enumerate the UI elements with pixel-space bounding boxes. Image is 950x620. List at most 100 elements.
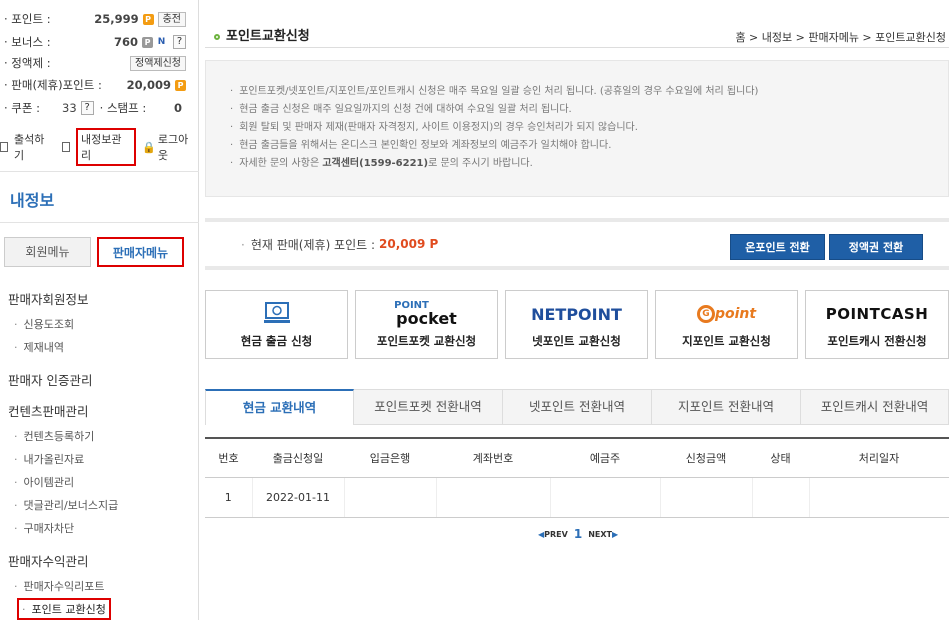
customer-center-text: 고객센터(1599-6221) [322, 158, 429, 169]
account-links: 출석하기 내정보관리 🔒 로그아웃 [0, 128, 198, 166]
menu-seller-auth[interactable]: 판매자 인증관리 [8, 370, 92, 389]
gpoint-card[interactable]: G point 지포인트 교환신청 [655, 290, 798, 359]
col-header: 출금신청일 [252, 437, 344, 478]
notice-text: 로 문의 주시기 바랍니다. [428, 158, 533, 169]
bonus-row: · 보너스 : 760 P N ? [4, 32, 186, 52]
menu-content-sales[interactable]: 컨텐츠판매관리 [8, 401, 89, 420]
prev-link[interactable]: ◀PREV [538, 530, 568, 539]
menu-block-buyers[interactable]: 구매자차단 [14, 520, 75, 536]
myinfo-link[interactable]: 내정보관리 [76, 128, 137, 166]
menu-point-exchange[interactable]: 포인트 교환신청 [17, 598, 111, 620]
point-value: 25,999 [94, 12, 139, 26]
tab-pointcash-history[interactable]: 포인트캐시 전환내역 [801, 389, 949, 425]
lock-icon: 🔒 [142, 140, 156, 154]
voucher-row: · 정액제 : 정액제신청 [4, 53, 186, 73]
breadcrumb[interactable]: 홈 > 내정보 > 판매자메뉴 > 포인트교환신청 [735, 29, 946, 45]
sidebar: · 포인트 : 25,999 P 충전 · 보너스 : 760 P N ? · … [0, 0, 199, 620]
next-link[interactable]: NEXT▶ [588, 530, 618, 539]
tab-pointpocket-history[interactable]: 포인트포켓 전환내역 [354, 389, 503, 425]
notice-item: 현금 출금들을 위해서는 온디스크 본인확인 정보와 계좌정보의 예금주가 일치… [230, 137, 948, 155]
current-point-label: 현재 판매(제휴) 포인트 : [241, 236, 375, 253]
table-cell [549, 477, 660, 518]
table-cell [751, 477, 809, 518]
seller-point-row: · 판매(제휴)포인트 : 20,009 P [4, 75, 186, 95]
bonus-label: · 보너스 : [4, 35, 51, 49]
menu-sanctions[interactable]: 제재내역 [14, 339, 64, 355]
menu-seller-info[interactable]: 판매자회원정보 [8, 289, 89, 308]
history-tabs: 현금 교환내역 포인트포켓 전환내역 넷포인트 전환내역 지포인트 전환내역 포… [205, 389, 949, 425]
monitor-coin-icon [206, 299, 347, 329]
menu-my-uploads[interactable]: 내가올린자료 [14, 451, 85, 467]
coupon-label: · 쿠폰 : [4, 101, 41, 115]
point-row: · 포인트 : 25,999 P 충전 [4, 9, 186, 29]
voucher-apply-button[interactable]: 정액제신청 [130, 55, 186, 71]
notice-box: 포인트포켓/넷포인트/지포인트/포인트캐시 신청은 매주 목요일 일괄 승인 처… [205, 60, 949, 197]
cash-withdraw-card[interactable]: 현금 출금 신청 [205, 290, 348, 359]
table-header-row: 번호 출금신청일 입금은행 계좌번호 예금주 신청금액 상태 처리일자 [205, 437, 949, 478]
notice-text: 자세한 문의 사항은 [239, 158, 323, 169]
menu-seller-revenue[interactable]: 판매자수익관리 [8, 551, 89, 570]
page-title-text: 포인트교환신청 [226, 29, 310, 44]
notice-item: 포인트포켓/넷포인트/지포인트/포인트캐시 신청은 매주 목요일 일괄 승인 처… [230, 83, 948, 101]
history-table: 번호 출금신청일 입금은행 계좌번호 예금주 신청금액 상태 처리일자 1 20… [205, 437, 949, 518]
gpoint-logo-text: point [714, 306, 757, 322]
seller-p-icon: P [175, 79, 186, 91]
divider [0, 222, 199, 223]
logout-link[interactable]: 로그아웃 [158, 131, 198, 163]
netpoint-logo-text: NETPOINT [531, 304, 622, 324]
menu-comments-bonus[interactable]: 댓글관리/보너스지급 [14, 497, 119, 513]
next-label: NEXT [588, 529, 612, 539]
col-header: 계좌번호 [436, 437, 550, 478]
netpoint-logo: NETPOINT [506, 299, 647, 329]
gpoint-logo: G point [656, 299, 797, 329]
table-cell: 1 [205, 477, 252, 518]
notice-item: 현금 출금 신청은 매주 일요일까지의 신청 건에 대하여 수요일 일괄 처리 … [230, 101, 948, 119]
pagination: ◀PREV 1 NEXT▶ [538, 527, 618, 541]
myinfo-icon [62, 142, 71, 152]
attend-link[interactable]: 출석하기 [14, 131, 54, 163]
pointcash-card[interactable]: POINTCASH 포인트캐시 전환신청 [805, 290, 949, 359]
page-number[interactable]: 1 [574, 527, 582, 541]
help-question-icon[interactable]: ? [173, 35, 186, 49]
menu-items[interactable]: 아이템관리 [14, 474, 75, 490]
table-cell [435, 477, 550, 518]
menu-credit-check[interactable]: 신용도조회 [14, 316, 75, 332]
sidebar-tabs: 회원메뉴 판매자메뉴 [4, 237, 184, 267]
prev-label: PREV [544, 529, 568, 539]
g-circle-icon: G [696, 305, 715, 323]
col-header: 입금은행 [344, 437, 436, 478]
divider [205, 47, 949, 48]
bonus-value: 760 [113, 35, 138, 49]
seller-point-value: 20,009 [126, 78, 171, 92]
table-cell [808, 477, 949, 518]
coupon-help-icon[interactable]: ? [80, 101, 94, 115]
seller-point-label: · 판매(제휴)포인트 : [4, 78, 102, 92]
point-p-icon: P [142, 13, 154, 25]
netpoint-card[interactable]: NETPOINT 넷포인트 교환신청 [505, 290, 648, 359]
table-cell [659, 477, 752, 518]
onpoint-convert-button[interactable]: 온포인트 전환 [730, 234, 825, 260]
voucher-convert-button[interactable]: 정액권 전환 [829, 234, 923, 260]
col-header: 신청금액 [660, 437, 752, 478]
pointpocket-label: 포인트포켓 교환신청 [376, 334, 477, 348]
col-header: 상태 [752, 437, 809, 478]
menu-content-register[interactable]: 컨텐츠등록하기 [14, 428, 95, 444]
tab-netpoint-history[interactable]: 넷포인트 전환내역 [503, 389, 652, 425]
col-header: 처리일자 [809, 437, 949, 478]
new-n-icon: N [157, 36, 166, 47]
bonus-p-icon: P [142, 36, 153, 48]
menu-revenue-report[interactable]: 판매자수익리포트 [14, 578, 105, 594]
cash-withdraw-label: 현금 출금 신청 [240, 334, 313, 348]
pointpocket-card[interactable]: POINT pocket 포인트포켓 교환신청 [355, 290, 498, 359]
table-row: 1 2022-01-11 [205, 477, 949, 518]
notice-item: 회원 탈퇴 및 판매자 제재(판매자 자격정지, 사이트 이용정지)의 경우 승… [230, 119, 948, 137]
tab-cash-history[interactable]: 현금 교환내역 [205, 389, 354, 425]
tab-gpoint-history[interactable]: 지포인트 전환내역 [652, 389, 801, 425]
pointcash-label: 포인트캐시 전환신청 [827, 334, 927, 348]
pointcash-logo-text: POINTCASH [825, 305, 929, 323]
coupon-value: 33 [62, 101, 77, 115]
tab-member-menu[interactable]: 회원메뉴 [4, 237, 91, 267]
sidebar-title: 내정보 [10, 191, 55, 210]
tab-seller-menu[interactable]: 판매자메뉴 [97, 237, 184, 267]
charge-button[interactable]: 충전 [157, 11, 186, 27]
